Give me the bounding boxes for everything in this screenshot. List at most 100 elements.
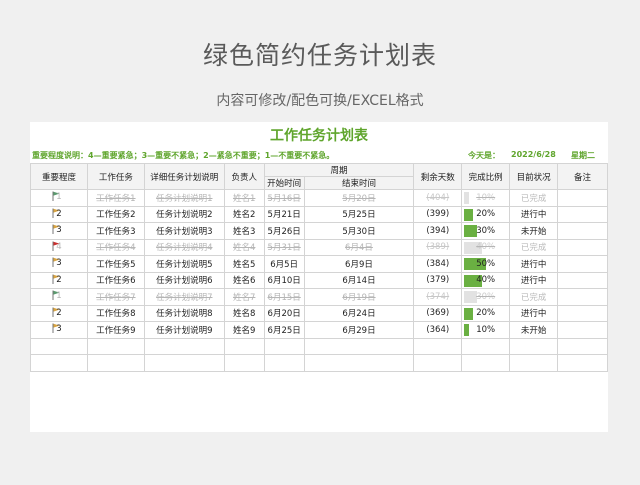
end-cell[interactable]: 6月19日	[303, 288, 415, 306]
table-row[interactable]: 3 工作任务9 任务计划说明9 姓名9 6月25日 6月29日 (364) 10% 未开始	[30, 321, 608, 339]
detail-cell[interactable]: 任务计划说明6	[143, 271, 225, 289]
empty-cell[interactable]	[223, 337, 265, 355]
table-row[interactable]: 4 工作任务4 任务计划说明4 姓名4 5月31日 6月4日 (389) 40% 已完成	[30, 238, 608, 256]
owner-cell[interactable]: 姓名5	[223, 255, 265, 273]
owner-cell[interactable]: 姓名3	[223, 222, 265, 240]
status-cell[interactable]: 已完成	[509, 189, 559, 207]
empty-cell[interactable]	[461, 337, 511, 355]
detail-cell[interactable]: 任务计划说明9	[143, 321, 225, 339]
empty-cell[interactable]	[30, 354, 88, 372]
ratio-cell[interactable]: 30%	[461, 288, 511, 306]
empty-cell[interactable]	[86, 354, 145, 372]
status-cell[interactable]: 未开始	[509, 321, 559, 339]
start-cell[interactable]: 6月20日	[263, 304, 305, 322]
remaining-cell[interactable]: (394)	[413, 222, 463, 240]
task-cell[interactable]: 工作任务3	[86, 222, 145, 240]
start-cell[interactable]: 6月5日	[263, 255, 305, 273]
empty-cell[interactable]	[413, 337, 463, 355]
owner-cell[interactable]: 姓名9	[223, 321, 265, 339]
status-cell[interactable]: 进行中	[509, 205, 559, 223]
detail-cell[interactable]: 任务计划说明5	[143, 255, 225, 273]
end-cell[interactable]: 6月14日	[303, 271, 415, 289]
priority-cell[interactable]: 2	[30, 304, 88, 322]
remaining-cell[interactable]: (369)	[413, 304, 463, 322]
notes-cell[interactable]	[557, 255, 608, 273]
owner-cell[interactable]: 姓名8	[223, 304, 265, 322]
detail-cell[interactable]: 任务计划说明1	[143, 189, 225, 207]
remaining-cell[interactable]: (374)	[413, 288, 463, 306]
empty-cell[interactable]	[461, 354, 511, 372]
end-cell[interactable]: 5月25日	[303, 205, 415, 223]
table-row[interactable]: 2 工作任务6 任务计划说明6 姓名6 6月10日 6月14日 (379) 40% 进行中	[30, 271, 608, 289]
ratio-cell[interactable]: 50%	[461, 255, 511, 273]
notes-cell[interactable]	[557, 189, 608, 207]
detail-cell[interactable]: 任务计划说明3	[143, 222, 225, 240]
empty-cell[interactable]	[86, 337, 145, 355]
priority-cell[interactable]: 2	[30, 271, 88, 289]
end-cell[interactable]: 6月4日	[303, 238, 415, 256]
empty-row[interactable]	[30, 354, 608, 372]
status-cell[interactable]: 进行中	[509, 255, 559, 273]
end-cell[interactable]: 6月9日	[303, 255, 415, 273]
empty-cell[interactable]	[303, 337, 415, 355]
priority-cell[interactable]: 4	[30, 238, 88, 256]
ratio-cell[interactable]: 20%	[461, 304, 511, 322]
detail-cell[interactable]: 任务计划说明2	[143, 205, 225, 223]
empty-cell[interactable]	[143, 337, 225, 355]
priority-cell[interactable]: 1	[30, 189, 88, 207]
task-cell[interactable]: 工作任务5	[86, 255, 145, 273]
start-cell[interactable]: 5月31日	[263, 238, 305, 256]
end-cell[interactable]: 5月30日	[303, 222, 415, 240]
notes-cell[interactable]	[557, 321, 608, 339]
status-cell[interactable]: 未开始	[509, 222, 559, 240]
remaining-cell[interactable]: (389)	[413, 238, 463, 256]
remaining-cell[interactable]: (364)	[413, 321, 463, 339]
empty-cell[interactable]	[143, 354, 225, 372]
ratio-cell[interactable]: 10%	[461, 189, 511, 207]
task-cell[interactable]: 工作任务8	[86, 304, 145, 322]
ratio-cell[interactable]: 30%	[461, 222, 511, 240]
status-cell[interactable]: 已完成	[509, 238, 559, 256]
end-cell[interactable]: 5月20日	[303, 189, 415, 207]
notes-cell[interactable]	[557, 271, 608, 289]
ratio-cell[interactable]: 20%	[461, 205, 511, 223]
task-cell[interactable]: 工作任务9	[86, 321, 145, 339]
remaining-cell[interactable]: (379)	[413, 271, 463, 289]
notes-cell[interactable]	[557, 222, 608, 240]
remaining-cell[interactable]: (384)	[413, 255, 463, 273]
priority-cell[interactable]: 3	[30, 255, 88, 273]
empty-row[interactable]	[30, 337, 608, 355]
priority-cell[interactable]: 1	[30, 288, 88, 306]
status-cell[interactable]: 进行中	[509, 271, 559, 289]
status-cell[interactable]: 已完成	[509, 288, 559, 306]
detail-cell[interactable]: 任务计划说明4	[143, 238, 225, 256]
empty-cell[interactable]	[509, 337, 559, 355]
detail-cell[interactable]: 任务计划说明8	[143, 304, 225, 322]
owner-cell[interactable]: 姓名4	[223, 238, 265, 256]
start-cell[interactable]: 5月26日	[263, 222, 305, 240]
start-cell[interactable]: 5月21日	[263, 205, 305, 223]
empty-cell[interactable]	[509, 354, 559, 372]
empty-cell[interactable]	[30, 337, 88, 355]
priority-cell[interactable]: 2	[30, 205, 88, 223]
notes-cell[interactable]	[557, 238, 608, 256]
status-cell[interactable]: 进行中	[509, 304, 559, 322]
owner-cell[interactable]: 姓名6	[223, 271, 265, 289]
table-row[interactable]: 2 工作任务2 任务计划说明2 姓名2 5月21日 5月25日 (399) 20% 进行中	[30, 205, 608, 223]
empty-cell[interactable]	[263, 337, 305, 355]
task-cell[interactable]: 工作任务1	[86, 189, 145, 207]
table-row[interactable]: 3 工作任务3 任务计划说明3 姓名3 5月26日 5月30日 (394) 30% 未开始	[30, 222, 608, 240]
notes-cell[interactable]	[557, 205, 608, 223]
detail-cell[interactable]: 任务计划说明7	[143, 288, 225, 306]
table-row[interactable]: 1 工作任务1 任务计划说明1 姓名1 5月16日 5月20日 (404) 10% 已完成	[30, 189, 608, 207]
start-cell[interactable]: 6月15日	[263, 288, 305, 306]
start-cell[interactable]: 5月16日	[263, 189, 305, 207]
ratio-cell[interactable]: 40%	[461, 238, 511, 256]
start-cell[interactable]: 6月25日	[263, 321, 305, 339]
task-cell[interactable]: 工作任务7	[86, 288, 145, 306]
remaining-cell[interactable]: (404)	[413, 189, 463, 207]
task-cell[interactable]: 工作任务4	[86, 238, 145, 256]
empty-cell[interactable]	[557, 354, 608, 372]
table-row[interactable]: 1 工作任务7 任务计划说明7 姓名7 6月15日 6月19日 (374) 30% 已完成	[30, 288, 608, 306]
notes-cell[interactable]	[557, 288, 608, 306]
